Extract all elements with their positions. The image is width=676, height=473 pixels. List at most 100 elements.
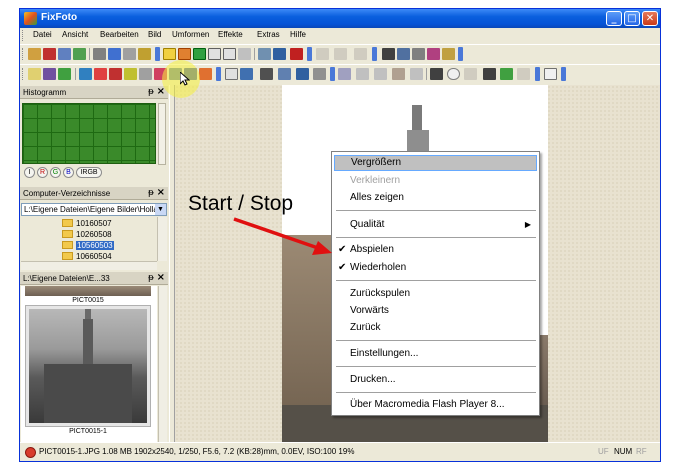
camera-icon[interactable] [93, 48, 106, 60]
toolbar-6-chevron-icon[interactable] [330, 67, 335, 81]
undo-more-icon[interactable] [334, 48, 347, 60]
menu-item-drucken[interactable]: Drucken... [334, 372, 537, 388]
folder-item[interactable]: 10160507 [62, 218, 112, 229]
print-icon[interactable] [108, 48, 121, 60]
stamp-icon[interactable] [392, 68, 405, 80]
menu-item-about-flash[interactable]: Über Macromedia Flash Player 8... [334, 397, 537, 413]
thumbnail-selected[interactable] [25, 305, 151, 427]
redeye-icon[interactable] [109, 68, 122, 80]
menu-item-vorwaerts[interactable]: Vorwärts [334, 303, 537, 319]
hand-icon[interactable] [163, 48, 176, 60]
folder-item[interactable]: 10260508 [62, 229, 112, 240]
channel-i-button[interactable]: I [24, 167, 35, 178]
cut-icon[interactable] [260, 68, 273, 80]
rotate-icon[interactable] [296, 68, 309, 80]
menu-item-wiederholen[interactable]: ✔ Wiederholen [334, 260, 537, 276]
delete-icon[interactable] [43, 48, 56, 60]
toolbar-7-chevron-icon[interactable] [535, 67, 540, 81]
compare-icon[interactable] [338, 68, 351, 80]
clone-icon[interactable] [410, 68, 423, 80]
mask-icon[interactable] [374, 68, 387, 80]
menu-bild[interactable]: Bild [148, 30, 161, 39]
scan-icon[interactable] [73, 48, 86, 60]
histogram-slider[interactable] [158, 103, 166, 165]
export-icon[interactable] [544, 68, 557, 80]
menu-effekte[interactable]: Effekte [218, 30, 243, 39]
open-icon[interactable] [28, 48, 41, 60]
paste-icon[interactable] [138, 48, 151, 60]
levels-icon[interactable] [94, 68, 107, 80]
menu-item-zurueck[interactable]: Zurück [334, 320, 537, 336]
thumbnail-image[interactable] [25, 286, 151, 296]
menubar-grip[interactable] [22, 30, 25, 41]
toolbar-3-chevron-icon[interactable] [372, 47, 377, 61]
crop-icon[interactable] [258, 48, 271, 60]
menu-ansicht[interactable]: Ansicht [62, 30, 88, 39]
menu-extras[interactable]: Extras [257, 30, 280, 39]
folder-item-selected[interactable]: 10560503 [62, 240, 114, 251]
toolbar-1-grip[interactable] [22, 48, 25, 60]
menu-datei[interactable]: Datei [33, 30, 52, 39]
menu-hilfe[interactable]: Hilfe [290, 30, 306, 39]
thumbnail-scrollbar[interactable] [158, 286, 167, 442]
redo-icon[interactable] [354, 48, 367, 60]
pencil-icon[interactable] [199, 68, 212, 80]
menu-item-qualitaet[interactable]: Qualität ▶ [334, 217, 537, 233]
filmstrip-icon[interactable] [382, 48, 395, 60]
toolbar-4-chevron-icon[interactable] [458, 47, 463, 61]
menu-umformen[interactable]: Umformen [172, 30, 209, 39]
page-icon[interactable] [225, 68, 238, 80]
color-icon[interactable] [43, 68, 56, 80]
dropdown-icon[interactable] [517, 68, 530, 80]
gallery-icon[interactable] [412, 48, 425, 60]
batch-icon[interactable] [427, 48, 440, 60]
text-icon[interactable] [240, 68, 253, 80]
grid-icon[interactable] [313, 68, 326, 80]
close-button[interactable]: ✕ [642, 11, 658, 26]
book-icon[interactable] [397, 48, 410, 60]
maximize-button[interactable]: □ [624, 11, 640, 26]
folder-tree-hscrollbar[interactable] [21, 261, 157, 270]
stars-icon[interactable] [356, 68, 369, 80]
channel-r-button[interactable]: R [37, 167, 48, 178]
toolbar-2-chevron-icon[interactable] [307, 47, 312, 61]
resize-icon[interactable] [278, 68, 291, 80]
toolbar-8-chevron-icon[interactable] [561, 67, 566, 81]
title-bar[interactable]: FixFoto _ □ ✕ [20, 9, 660, 28]
zoom-icon[interactable] [273, 48, 286, 60]
toolbar-5-chevron-icon[interactable] [216, 67, 221, 81]
undo-icon[interactable] [316, 48, 329, 60]
close-icon[interactable]: × [157, 187, 165, 198]
menu-bearbeiten[interactable]: Bearbeiten [100, 30, 139, 39]
rect-icon[interactable] [223, 48, 236, 60]
sharpen-icon[interactable] [79, 68, 92, 80]
folder-path-combo[interactable]: L:\Eigene Dateien\Eigene Bilder\Hollar ▼ [21, 203, 167, 216]
menu-item-alles-zeigen[interactable]: Alles zeigen [334, 190, 537, 206]
menu-item-verkleinern[interactable]: Verkleinern [334, 173, 537, 189]
menu-item-einstellungen[interactable]: Einstellungen... [334, 346, 537, 362]
menu-item-abspielen[interactable]: ✔ Abspielen [334, 242, 537, 258]
pin-icon[interactable]: ᵽ [148, 188, 154, 198]
copy-icon[interactable] [123, 48, 136, 60]
plugin-icon[interactable] [442, 48, 455, 60]
scissors-icon[interactable] [430, 68, 443, 80]
layers-icon[interactable] [139, 68, 152, 80]
settings-icon[interactable] [500, 68, 513, 80]
folder-tree-scrollbar[interactable] [157, 217, 167, 261]
menu-item-zurueckspulen[interactable]: Zurückspulen [334, 286, 537, 302]
ruler-icon[interactable] [464, 68, 477, 80]
saturation-icon[interactable] [124, 68, 137, 80]
select-icon[interactable] [178, 48, 191, 60]
line-icon[interactable] [238, 48, 251, 60]
frame-icon[interactable] [208, 48, 221, 60]
close-icon[interactable]: × [157, 272, 165, 283]
channel-g-button[interactable]: G [50, 167, 61, 178]
landscape-icon[interactable] [193, 48, 206, 60]
pin-icon[interactable]: ᵽ [148, 273, 154, 283]
textsymbol-icon[interactable] [483, 68, 496, 80]
toolbar-2-grip[interactable] [22, 68, 25, 80]
save-icon[interactable] [58, 48, 71, 60]
circle-icon[interactable] [447, 68, 460, 80]
menu-item-vergroessern[interactable]: Vergrößern [334, 155, 537, 171]
toolbar-1-chevron-icon[interactable] [155, 47, 160, 61]
